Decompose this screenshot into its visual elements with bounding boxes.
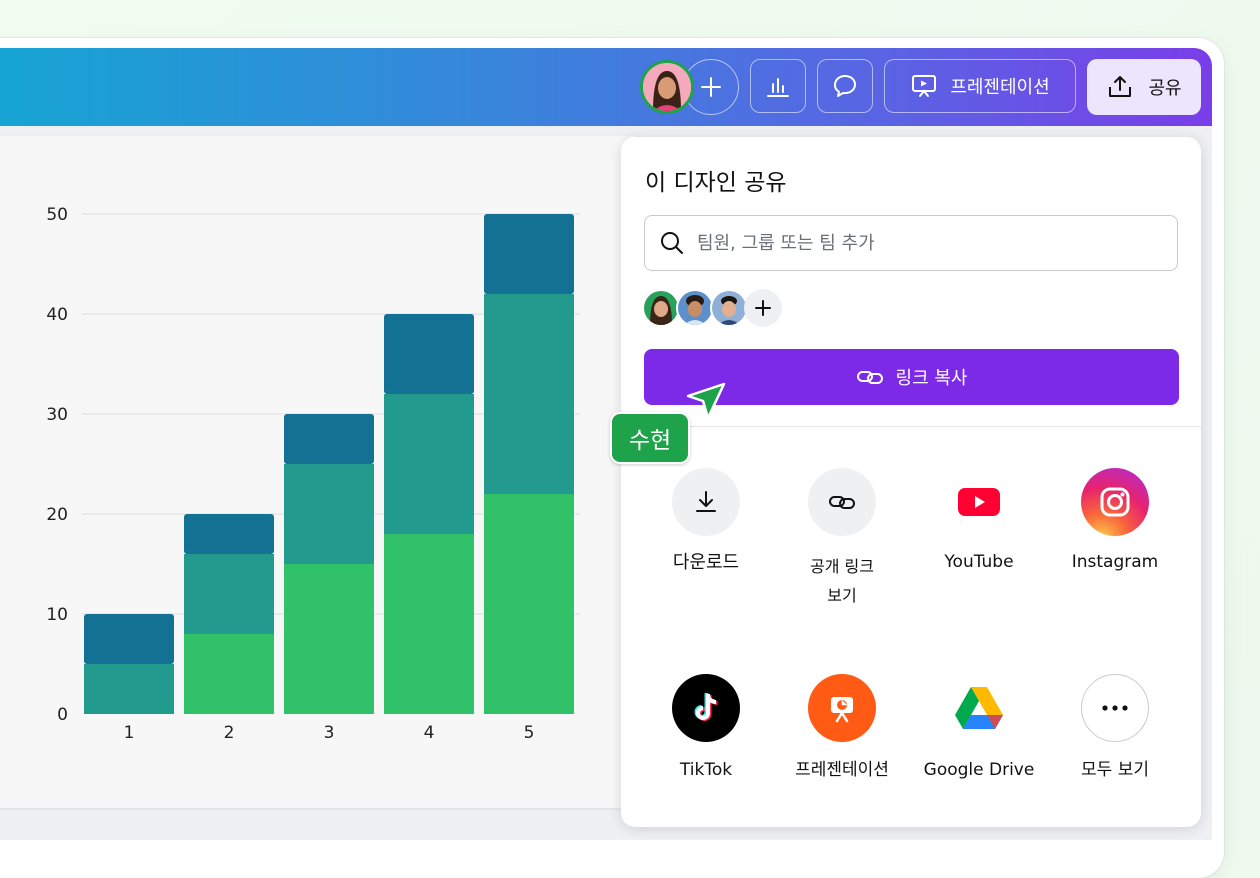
y-tick-label: 30 [46, 405, 68, 425]
y-tick-label: 40 [46, 305, 68, 325]
bar-segment [84, 614, 174, 664]
option-label: 다운로드 [672, 552, 740, 573]
collaborator-name-tag: 수현 [610, 412, 690, 464]
copy-link-label: 링크 복사 [895, 368, 968, 389]
plus-icon [755, 300, 771, 316]
google-drive-icon [945, 674, 1013, 742]
option-label: YouTube [944, 552, 1014, 572]
share-option-presentation[interactable]: 프레젠테이션 [777, 674, 907, 785]
comment-button[interactable] [817, 59, 873, 113]
bar-segment [184, 634, 274, 714]
user-avatar-icon [643, 63, 691, 111]
plus-icon [701, 77, 721, 97]
share-upload-icon [1109, 76, 1132, 97]
share-option-public-link[interactable]: 공개 링크 보기 [777, 468, 907, 610]
bar-segment [484, 214, 574, 294]
present-button[interactable]: 프레젠테이션 [884, 59, 1076, 113]
x-tick-label: 2 [224, 723, 235, 743]
stacked-bar-chart: 0 10 20 30 40 50 1 2 3 4 5 [46, 205, 580, 743]
x-tick-label: 5 [524, 723, 535, 743]
bar-segment [284, 464, 374, 564]
link-icon [808, 468, 876, 536]
option-label: Google Drive [923, 760, 1035, 780]
share-option-download[interactable]: 다운로드 [641, 468, 771, 577]
presentation-icon [912, 75, 937, 97]
youtube-icon [945, 468, 1013, 536]
option-label: 모두 보기 [1081, 760, 1149, 780]
bar-segment [484, 494, 574, 714]
panel-title: 이 디자인 공유 [645, 170, 787, 196]
y-tick-label: 20 [46, 505, 68, 525]
option-label: TikTok [679, 760, 733, 780]
user-avatar-icon [678, 291, 712, 325]
option-label: 공개 링크 보기 [810, 557, 874, 605]
more-icon [1081, 674, 1149, 742]
share-option-google-drive[interactable]: Google Drive [914, 674, 1044, 785]
bar-segment [84, 664, 174, 714]
divider [621, 426, 1201, 427]
team-avatar[interactable] [710, 289, 748, 327]
bar-segment [284, 414, 374, 464]
instagram-icon [1081, 468, 1149, 536]
share-label: 공유 [1148, 78, 1182, 99]
comment-icon [834, 75, 856, 97]
bar-segment [384, 394, 474, 534]
y-tick-label: 10 [46, 605, 68, 625]
avatar[interactable] [640, 60, 694, 114]
collaborator-cursor-icon [686, 382, 726, 420]
x-tick-label: 1 [124, 723, 135, 743]
chart-card[interactable]: 0 10 20 30 40 50 1 2 3 4 5 [0, 136, 640, 808]
link-icon [856, 371, 883, 384]
analytics-button[interactable] [750, 59, 806, 113]
search-input[interactable] [695, 231, 1139, 255]
bar-segment [184, 554, 274, 634]
share-option-youtube[interactable]: YouTube [914, 468, 1044, 577]
x-tick-label: 4 [424, 723, 435, 743]
team-avatar[interactable] [642, 289, 680, 327]
x-tick-label: 3 [324, 723, 335, 743]
option-label: Instagram [1071, 552, 1159, 572]
share-option-instagram[interactable]: Instagram [1050, 468, 1180, 577]
share-option-tiktok[interactable]: TikTok [641, 674, 771, 785]
option-label: 프레젠테이션 [795, 760, 889, 780]
user-avatar-icon [712, 291, 746, 325]
user-avatar-icon [644, 291, 678, 325]
add-team-member-button[interactable] [744, 289, 782, 327]
bar-chart-icon [767, 78, 789, 97]
presentation-icon [808, 674, 876, 742]
y-tick-label: 0 [57, 705, 68, 725]
tiktok-icon [672, 674, 740, 742]
y-tick-label: 50 [46, 205, 68, 225]
bar-segment [384, 314, 474, 394]
share-button[interactable]: 공유 [1087, 59, 1201, 115]
search-field[interactable] [644, 215, 1178, 271]
download-icon [672, 468, 740, 536]
bar-segment [184, 514, 274, 554]
share-panel: 이 디자인 공유 링크 복사 다운로드 공개 링크 보기 YouTube [621, 137, 1201, 827]
bar-segment [284, 564, 374, 714]
present-label: 프레젠테이션 [950, 77, 1050, 98]
team-avatar[interactable] [676, 289, 714, 327]
search-icon [661, 232, 683, 254]
bar-segment [384, 534, 474, 714]
share-option-see-all[interactable]: 모두 보기 [1050, 674, 1180, 785]
bar-segment [484, 294, 574, 494]
